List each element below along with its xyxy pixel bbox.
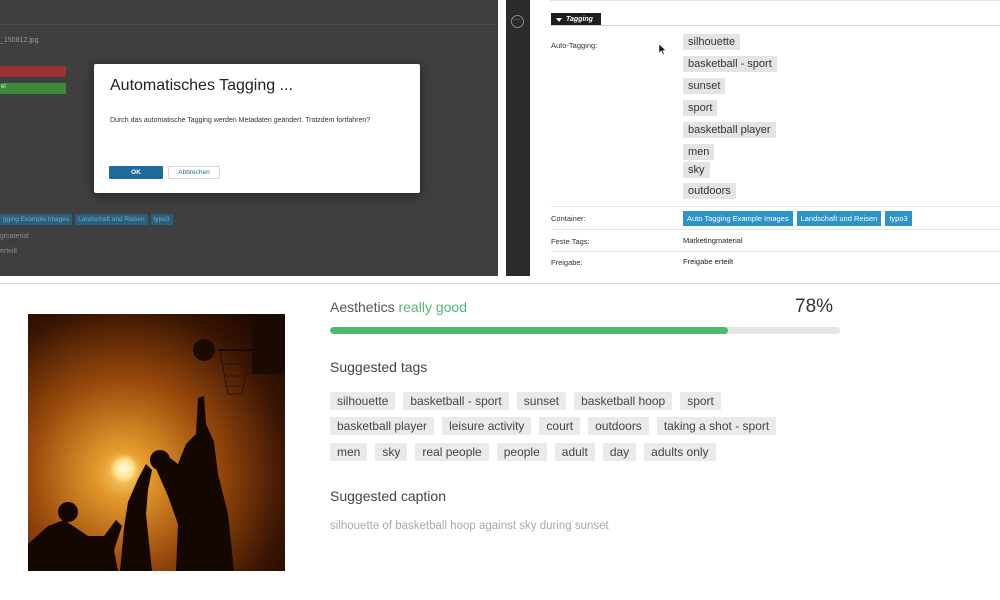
screenshot-collage: _150812.jpg el gging Example Images Land… xyxy=(0,0,1000,600)
suggested-tag[interactable]: day xyxy=(602,443,637,461)
cancel-button[interactable]: Abbrechen xyxy=(168,166,220,179)
aesthetics-rating: Aesthetics really good xyxy=(330,299,467,315)
auto-tag[interactable]: outdoors xyxy=(683,183,736,199)
aesthetics-label: Aesthetics xyxy=(330,299,395,315)
auto-tag[interactable]: basketball - sport xyxy=(683,56,777,72)
container-tag[interactable]: typo3 xyxy=(885,211,912,226)
suggested-tag[interactable]: sport xyxy=(680,392,721,410)
container-tag[interactable]: Landschaft und Reisen xyxy=(796,211,882,226)
release-label: Freigabe: xyxy=(551,258,583,267)
fixed-tags-value-dimmed: gmaterial xyxy=(0,233,29,240)
auto-tag[interactable]: sunset xyxy=(683,78,726,94)
suggested-tag[interactable]: men xyxy=(330,443,368,461)
suggested-tag[interactable]: outdoors xyxy=(588,417,649,435)
suggested-tag[interactable]: leisure activity xyxy=(442,417,532,435)
mouse-cursor-icon xyxy=(659,44,667,55)
auto-tag[interactable]: sky xyxy=(683,162,710,178)
aesthetics-value: really good xyxy=(398,299,467,315)
container-tags: Auto Tagging Example Images Landschaft u… xyxy=(683,211,912,226)
suggested-tags-row: basketball player leisure activity court… xyxy=(330,417,777,435)
confirm-dialog: Automatisches Tagging ... Durch das auto… xyxy=(94,64,420,193)
suggested-tag[interactable]: silhouette xyxy=(330,392,396,410)
suggested-caption-heading: Suggested caption xyxy=(330,488,446,504)
save-button[interactable]: el xyxy=(0,83,66,94)
fixed-tags-value: Marketingmaterial xyxy=(683,236,743,245)
container-tag: Landschaft und Reisen xyxy=(75,214,148,225)
auto-tag[interactable]: men xyxy=(683,144,715,160)
container-label: Container: xyxy=(551,214,586,223)
suggested-tag[interactable]: people xyxy=(496,443,547,461)
suggested-tag[interactable]: sunset xyxy=(516,392,567,410)
auto-tagging-label: Auto-Tagging: xyxy=(551,41,598,50)
delete-button[interactable] xyxy=(0,66,66,77)
container-tag[interactable]: Auto Tagging Example Images xyxy=(683,211,793,226)
save-button-label: el xyxy=(1,84,6,90)
divider xyxy=(550,0,1000,1)
fixed-tags-label: Feste Tags: xyxy=(551,237,590,246)
metadata-panel: ⋯ Tagging Auto-Tagging: silhouette baske… xyxy=(506,0,1000,276)
suggested-tags-heading: Suggested tags xyxy=(330,359,428,375)
auto-tag[interactable]: basketball player xyxy=(683,122,776,138)
section-title: Tagging xyxy=(566,16,593,23)
file-name: _150812.jpg xyxy=(0,37,39,44)
suggested-caption: silhouette of basketball hoop against sk… xyxy=(330,520,609,532)
release-value: Freigabe erteilt xyxy=(683,257,734,266)
suggested-tag[interactable]: adult xyxy=(554,443,595,461)
suggested-tags-row: silhouette basketball - sport sunset bas… xyxy=(330,392,721,410)
suggested-tag[interactable]: taking a shot - sport xyxy=(656,417,777,435)
ok-button[interactable]: OK xyxy=(109,166,163,179)
container-tag: typo3 xyxy=(150,214,173,225)
basketball-silhouette-photo xyxy=(28,314,285,571)
backend-panel-dimmed: _150812.jpg el gging Example Images Land… xyxy=(0,0,498,276)
divider xyxy=(551,229,1000,230)
aesthetics-percent: 78% xyxy=(795,296,834,317)
analysis-panel: Aesthetics really good 78% Suggested tag… xyxy=(0,283,1000,600)
collapse-triangle-icon xyxy=(556,17,562,22)
aesthetics-progress-fill xyxy=(330,327,728,334)
auto-tag[interactable]: sport xyxy=(683,100,718,116)
suggested-tag[interactable]: sky xyxy=(375,443,408,461)
divider xyxy=(551,25,1000,26)
divider xyxy=(551,206,1000,207)
container-tag: gging Example Images xyxy=(0,214,73,225)
aesthetics-progress-bar xyxy=(330,327,840,334)
dialog-title: Automatisches Tagging ... xyxy=(110,77,293,94)
suggested-tag[interactable]: adults only xyxy=(644,443,716,461)
more-options-icon[interactable]: ⋯ xyxy=(511,15,524,28)
container-tags-dimmed: gging Example Images Landschaft und Reis… xyxy=(0,214,173,225)
divider xyxy=(0,24,498,25)
suggested-tag[interactable]: basketball player xyxy=(330,417,435,435)
suggested-tag[interactable]: basketball - sport xyxy=(403,392,509,410)
dialog-message: Durch das automatische Tagging werden Me… xyxy=(110,117,371,124)
suggested-tag[interactable]: basketball hoop xyxy=(574,392,673,410)
auto-tag[interactable]: silhouette xyxy=(683,34,741,50)
suggested-tag[interactable]: court xyxy=(539,417,581,435)
release-value-dimmed: erteilt xyxy=(0,248,18,255)
suggested-tags-row: men sky real people people adult day adu… xyxy=(330,443,716,461)
divider xyxy=(551,251,1000,252)
sidebar: ⋯ xyxy=(506,0,530,276)
panel-gap xyxy=(498,0,506,276)
suggested-tag[interactable]: real people xyxy=(415,443,489,461)
